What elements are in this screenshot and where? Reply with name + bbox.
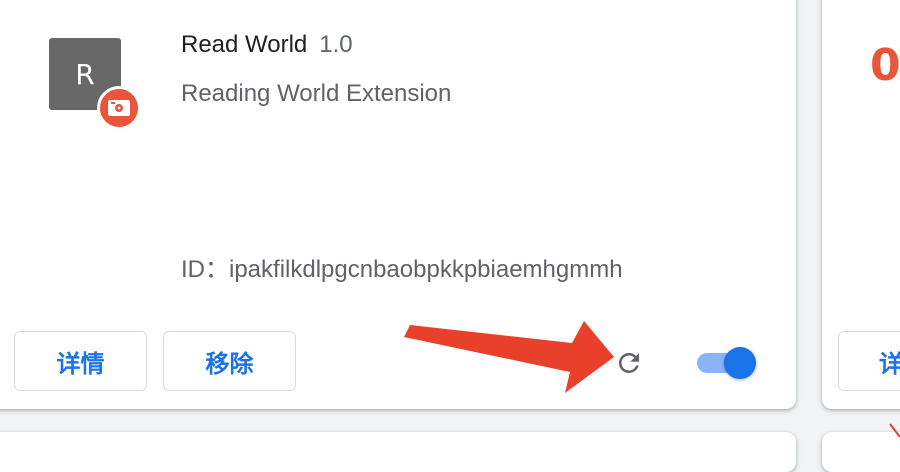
extension-id: ID：ipakfilkdlpgcnbaobpkkpbiaemhgmmh bbox=[181, 256, 623, 283]
bottom-right-extension-card bbox=[822, 432, 900, 472]
extension-version: 1.0 bbox=[319, 31, 353, 58]
extension-title: Read World 1.0 bbox=[181, 31, 353, 59]
remove-button[interactable]: 移除 bbox=[163, 331, 296, 391]
next-details-button[interactable]: 详 bbox=[838, 331, 900, 391]
details-button[interactable]: 详情 bbox=[14, 331, 147, 391]
disk-badge-icon bbox=[97, 86, 141, 130]
extension-card: R Read World 1.0 Reading World Extension … bbox=[0, 0, 796, 409]
next-extension-card: 0 详 bbox=[822, 0, 900, 409]
enable-toggle[interactable] bbox=[695, 346, 759, 380]
extension-name: Read World bbox=[181, 31, 308, 58]
next-extension-logo: 0 bbox=[870, 40, 900, 91]
bottom-extension-card bbox=[0, 432, 796, 472]
toggle-knob bbox=[724, 347, 756, 379]
reload-icon[interactable] bbox=[612, 346, 646, 380]
extension-description: Reading World Extension bbox=[181, 80, 452, 107]
extension-icon-letter: R bbox=[75, 57, 95, 91]
